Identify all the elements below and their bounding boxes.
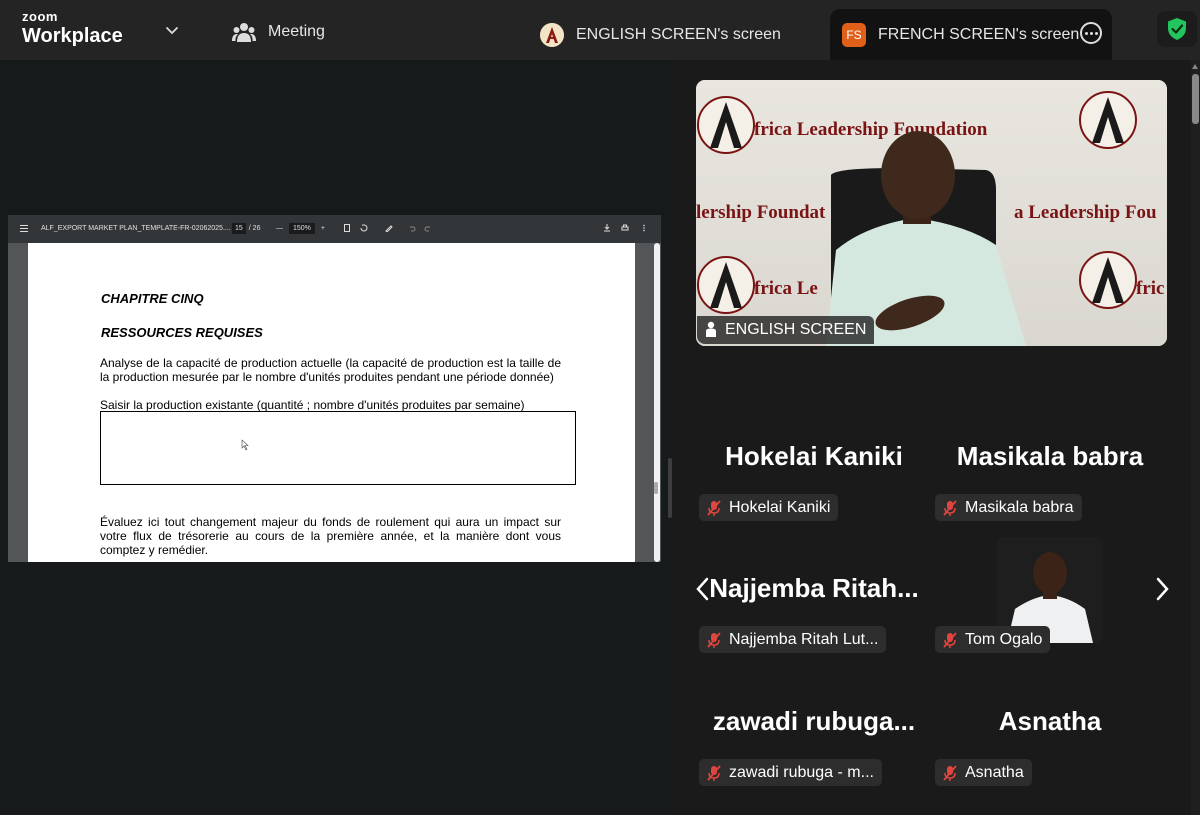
- tile-name-najjemba: Najjemba Ritah...: [709, 573, 919, 603]
- mic-muted-icon: [707, 499, 721, 516]
- redo-icon[interactable]: [424, 224, 432, 232]
- tab-french-label: FRENCH SCREEN's screen: [878, 25, 1080, 43]
- tab-english-screen[interactable]: ENGLISH SCREEN's screen: [528, 9, 793, 60]
- zoom-in-icon[interactable]: +: [321, 225, 325, 232]
- participant-chip: Asnatha: [935, 759, 1032, 786]
- undo-icon[interactable]: [408, 224, 416, 232]
- zoom-out-icon[interactable]: —: [276, 225, 283, 232]
- page-indicator: 15 / 26: [232, 223, 260, 234]
- production-input-box[interactable]: [100, 411, 576, 485]
- print-icon[interactable]: [621, 224, 629, 232]
- participant-name: zawadi rubuga - m...: [729, 763, 874, 781]
- participant-chip: Tom Ogalo: [935, 626, 1051, 653]
- mic-muted-icon: [943, 764, 957, 781]
- mic-muted-icon: [943, 631, 957, 648]
- pdf-scrollbar[interactable]: [653, 243, 661, 562]
- paragraph-working-capital: Évaluez ici tout changement majeur du fo…: [100, 515, 561, 557]
- more-options-icon[interactable]: [1080, 22, 1102, 44]
- participants-icon: [232, 23, 256, 42]
- alf-avatar: [540, 22, 564, 47]
- participant-name: Hokelai Kaniki: [729, 498, 831, 516]
- next-page-button[interactable]: [1151, 574, 1175, 604]
- screen-scroll-knob[interactable]: [654, 482, 658, 494]
- chevron-down-icon[interactable]: [164, 22, 180, 38]
- speaker-name-tag: ENGLISH SCREEN: [697, 316, 875, 344]
- more-vertical-icon[interactable]: [640, 224, 648, 232]
- tile-name-zawadi: zawadi rubuga...: [712, 706, 916, 736]
- fs-avatar: FS: [842, 22, 866, 47]
- paragraph-capacity: Analyse de la capacité de production act…: [100, 356, 561, 384]
- section-heading: RESSOURCES REQUISES: [101, 325, 263, 340]
- logo-workplace-text: Workplace: [22, 25, 123, 47]
- participant-chip: Hokelai Kaniki: [699, 494, 839, 521]
- speaker-video[interactable]: frica Leadership Foundation lership Foun…: [696, 80, 1167, 346]
- pinned-speaker-icon: [706, 321, 716, 337]
- backdrop-text: frica Le: [754, 278, 818, 299]
- speaker-head: [881, 131, 955, 219]
- tile-name-asnatha: Asnatha: [998, 706, 1102, 736]
- title-bar: zoom Workplace Meeting ENGLISH SCREEN's …: [0, 0, 1200, 60]
- backdrop-text: fric: [1136, 278, 1164, 299]
- paragraph-production: Saisir la production existante (quantité…: [100, 398, 525, 412]
- participant-name: Masikala babra: [965, 498, 1074, 516]
- fit-page-icon[interactable]: [343, 224, 351, 232]
- participant-name: Najjemba Ritah Lut...: [729, 630, 879, 648]
- chapter-heading: CHAPITRE CINQ: [101, 291, 204, 306]
- pdf-viewer[interactable]: ALF_EXPORT MARKET PLAN_TEMPLATE-FR-02062…: [8, 215, 661, 562]
- backdrop-text: frica Leadership Foundation: [754, 119, 988, 140]
- participant-chip: Masikala babra: [935, 494, 1082, 521]
- speaker-name: ENGLISH SCREEN: [725, 321, 867, 338]
- mic-muted-icon: [707, 631, 721, 648]
- page-total: / 26: [248, 225, 261, 232]
- download-icon[interactable]: [603, 224, 611, 232]
- meeting-tab[interactable]: Meeting: [232, 20, 325, 44]
- participant-name: Asnatha: [965, 763, 1024, 781]
- participant-name: Tom Ogalo: [965, 630, 1043, 648]
- page-current[interactable]: 15: [232, 223, 246, 234]
- logo-zoom-text: zoom: [22, 9, 58, 24]
- zoom-level[interactable]: 150%: [289, 223, 315, 234]
- security-button[interactable]: [1157, 11, 1197, 47]
- backdrop-text: a Leadership Fou: [1014, 202, 1157, 223]
- split-divider-handle[interactable]: [668, 458, 672, 518]
- backdrop-text: lership Foundat: [696, 202, 826, 223]
- pdf-toolbar: ALF_EXPORT MARKET PLAN_TEMPLATE-FR-02062…: [8, 215, 661, 243]
- tile-name-masikala: Masikala babra: [956, 441, 1144, 471]
- zoom-controls: — 150% +: [276, 223, 325, 234]
- tab-english-label: ENGLISH SCREEN's screen: [576, 25, 781, 43]
- meeting-label: Meeting: [268, 23, 325, 40]
- participant-chip: Najjemba Ritah Lut...: [699, 626, 887, 653]
- cursor-icon: [241, 439, 249, 451]
- tab-french-screen[interactable]: FS FRENCH SCREEN's screen: [830, 9, 1112, 60]
- menu-icon[interactable]: [20, 225, 28, 232]
- pdf-page: CHAPITRE CINQ RESSOURCES REQUISES Analys…: [28, 243, 635, 562]
- mic-muted-icon: [943, 499, 957, 516]
- mic-muted-icon: [707, 764, 721, 781]
- annotate-icon[interactable]: [385, 224, 393, 232]
- zoom-logo[interactable]: zoom Workplace: [22, 10, 123, 48]
- participant-chip: zawadi rubuga - m...: [699, 759, 882, 786]
- pdf-filename: ALF_EXPORT MARKET PLAN_TEMPLATE-FR-02062…: [41, 225, 231, 232]
- rotate-icon[interactable]: [360, 224, 368, 232]
- speaker-video-frame: frica Leadership Foundation lership Foun…: [696, 80, 1167, 346]
- shield-check-icon: [1168, 18, 1186, 40]
- chevron-right-icon: [1156, 577, 1169, 601]
- tile-name-hokelai: Hokelai Kaniki: [725, 441, 903, 471]
- panel-scrollbar[interactable]: [1191, 60, 1200, 815]
